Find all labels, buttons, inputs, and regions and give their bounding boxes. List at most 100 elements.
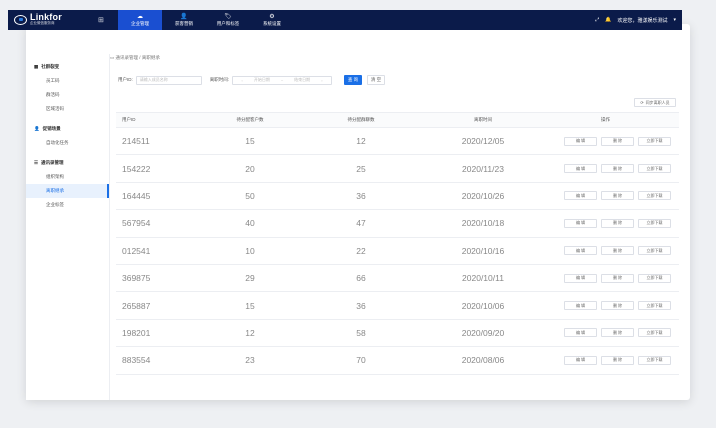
date-range-picker[interactable]: ▫ 开始日期 ~ 结束日期 ▫: [232, 75, 333, 85]
sidebar-item-group-code[interactable]: 群活码: [26, 88, 109, 102]
sidebar-group-contacts[interactable]: ☰ 通讯录管理: [26, 156, 109, 170]
cell-resign-date: 2020/12/05: [461, 136, 505, 147]
cell-pending-groups: 22: [356, 245, 366, 256]
table-row: 154222 20 25 2020/11/23 编 辑删 除立即下载: [116, 155, 679, 183]
sidebar-item-resign-inherit[interactable]: 离职继承: [26, 184, 109, 198]
contacts-icon: ☰: [34, 160, 39, 165]
cell-resign-date: 2020/10/06: [461, 300, 505, 311]
delete-button[interactable]: 删 除: [601, 164, 634, 174]
sidebar: ▦ 社群裂变 员工码 群活码 区域活码 👤 促销场景 自动化任务 ☰ 通讯录管理…: [26, 54, 110, 400]
grid-icon: ▦: [34, 64, 39, 69]
user-greeting[interactable]: 欢迎您，雅漾娱乐测试: [617, 17, 667, 24]
bell-icon[interactable]: 🔔: [605, 17, 611, 23]
col-user-id: 用户ID: [122, 117, 136, 122]
delete-button[interactable]: 删 除: [601, 136, 634, 146]
cell-resign-date: 2020/10/16: [461, 245, 505, 256]
delete-button[interactable]: 删 除: [601, 328, 634, 338]
cell-pending-groups: 36: [356, 300, 366, 311]
logo-icon: [14, 15, 27, 25]
edit-button[interactable]: 编 辑: [564, 191, 597, 201]
start-date-input[interactable]: 开始日期: [254, 77, 270, 83]
table-row: 214511 15 12 2020/12/05 编 辑删 除立即下载: [116, 128, 679, 156]
sidebar-group-promotion[interactable]: 👤 促销场景: [26, 122, 109, 136]
edit-button[interactable]: 编 辑: [564, 301, 597, 311]
edit-button[interactable]: 编 辑: [564, 273, 597, 283]
download-button[interactable]: 立即下载: [638, 218, 671, 228]
main-nav: ☁ 企业管理 👤 获客营销 🏷 用户和标签 ⚙ 系统设置: [118, 10, 294, 30]
cell-pending-customers: 12: [245, 327, 255, 338]
download-button[interactable]: 立即下载: [638, 246, 671, 256]
delete-button[interactable]: 删 除: [601, 191, 634, 201]
main-content: 用户ID: 请输入成员名称 离职时间: ▫ 开始日期 ~ 结束日期 ▫ 查 询 …: [116, 72, 679, 390]
breadcrumb-icon: ▭: [110, 55, 115, 60]
nav-company-management[interactable]: ☁ 企业管理: [118, 10, 162, 30]
download-button[interactable]: 立即下载: [638, 191, 671, 201]
sidebar-item-company-tags[interactable]: 企业标签: [26, 198, 109, 212]
col-actions: 操作: [601, 117, 610, 122]
download-button[interactable]: 立即下载: [638, 164, 671, 174]
delete-button[interactable]: 删 除: [601, 218, 634, 228]
cell-resign-date: 2020/10/18: [461, 218, 505, 229]
cell-user-id: 012541: [122, 245, 151, 256]
edit-button[interactable]: 编 辑: [564, 218, 597, 228]
cell-actions: 编 辑删 除立即下载: [548, 136, 679, 146]
gear-icon: ⚙: [269, 13, 275, 20]
sidebar-item-region-code[interactable]: 区域活码: [26, 102, 109, 116]
nav-customer-marketing[interactable]: 👤 获客营销: [162, 10, 206, 30]
reset-button[interactable]: 清 空: [367, 75, 386, 85]
cell-pending-customers: 20: [245, 163, 255, 174]
delete-button[interactable]: 删 除: [601, 273, 634, 283]
top-nav-bar: Linkfor 企业微信服务商 ⊞ ☁ 企业管理 👤 获客营销 🏷 用户和标签 …: [8, 10, 682, 30]
download-button[interactable]: 立即下载: [638, 328, 671, 338]
cell-resign-date: 2020/10/11: [462, 273, 504, 284]
logo: Linkfor 企业微信服务商: [8, 13, 98, 26]
cell-resign-date: 2020/09/20: [461, 327, 505, 338]
nav-users-tags[interactable]: 🏷 用户和标签: [206, 10, 250, 30]
tag-icon: 🏷: [224, 13, 232, 20]
search-button[interactable]: 查 询: [344, 75, 363, 85]
chevron-down-icon[interactable]: ▾: [673, 17, 676, 23]
nav-system-settings[interactable]: ⚙ 系统设置: [250, 10, 294, 30]
sync-resigned-button[interactable]: ⟳ 同步离职人员: [634, 98, 676, 107]
sidebar-group-community[interactable]: ▦ 社群裂变: [26, 60, 109, 74]
download-button[interactable]: 立即下载: [638, 301, 671, 311]
cell-actions: 编 辑删 除立即下载: [548, 355, 679, 365]
cell-actions: 编 辑删 除立即下载: [548, 273, 679, 283]
table-header: 用户ID 待分配客户数 待分配群聊数 离职时间 操作: [116, 113, 679, 128]
cell-actions: 编 辑删 除立即下载: [548, 164, 679, 174]
edit-button[interactable]: 编 辑: [564, 136, 597, 146]
edit-button[interactable]: 编 辑: [564, 328, 597, 338]
edit-button[interactable]: 编 辑: [564, 246, 597, 256]
filter-bar: 用户ID: 请输入成员名称 离职时间: ▫ 开始日期 ~ 结束日期 ▫ 查 询 …: [116, 72, 679, 88]
fullscreen-icon[interactable]: ⤢: [595, 17, 599, 23]
cell-pending-customers: 40: [245, 218, 255, 229]
user-id-label: 用户ID:: [118, 77, 133, 82]
user-icon: 👤: [34, 126, 40, 131]
download-button[interactable]: 立即下载: [638, 136, 671, 146]
cell-user-id: 214511: [122, 136, 150, 147]
cell-user-id: 369875: [122, 273, 151, 284]
table-row: 883554 23 70 2020/08/06 编 辑删 除立即下载: [116, 347, 679, 375]
edit-button[interactable]: 编 辑: [564, 164, 597, 174]
download-button[interactable]: 立即下载: [638, 273, 671, 283]
calendar-icon: ▫: [241, 77, 243, 83]
table-row: 198201 12 58 2020/09/20 编 辑删 除立即下载: [116, 320, 679, 348]
cell-pending-groups: 58: [356, 327, 366, 338]
table-row: 369875 29 66 2020/10/11 编 辑删 除立即下载: [116, 265, 679, 293]
user-id-input[interactable]: 请输入成员名称: [135, 75, 202, 85]
cell-pending-customers: 50: [245, 190, 255, 201]
table-body: 214511 15 12 2020/12/05 编 辑删 除立即下载 154222 20 25…: [116, 128, 679, 375]
end-date-input[interactable]: 结束日期: [294, 77, 310, 83]
delete-button[interactable]: 删 除: [601, 301, 634, 311]
cloud-icon: ☁: [137, 13, 143, 20]
delete-button[interactable]: 删 除: [601, 355, 634, 365]
sidebar-item-org-structure[interactable]: 组织架构: [26, 170, 109, 184]
edit-button[interactable]: 编 辑: [564, 355, 597, 365]
sidebar-item-staff-code[interactable]: 员工码: [26, 74, 109, 88]
download-button[interactable]: 立即下载: [638, 355, 671, 365]
sidebar-item-automation[interactable]: 自动化任务: [26, 136, 109, 150]
menu-toggle-icon[interactable]: ⊞: [98, 16, 118, 24]
delete-button[interactable]: 删 除: [601, 246, 634, 256]
breadcrumb-parent[interactable]: 通讯录管理: [116, 55, 139, 60]
refresh-icon: ⟳: [640, 100, 644, 105]
